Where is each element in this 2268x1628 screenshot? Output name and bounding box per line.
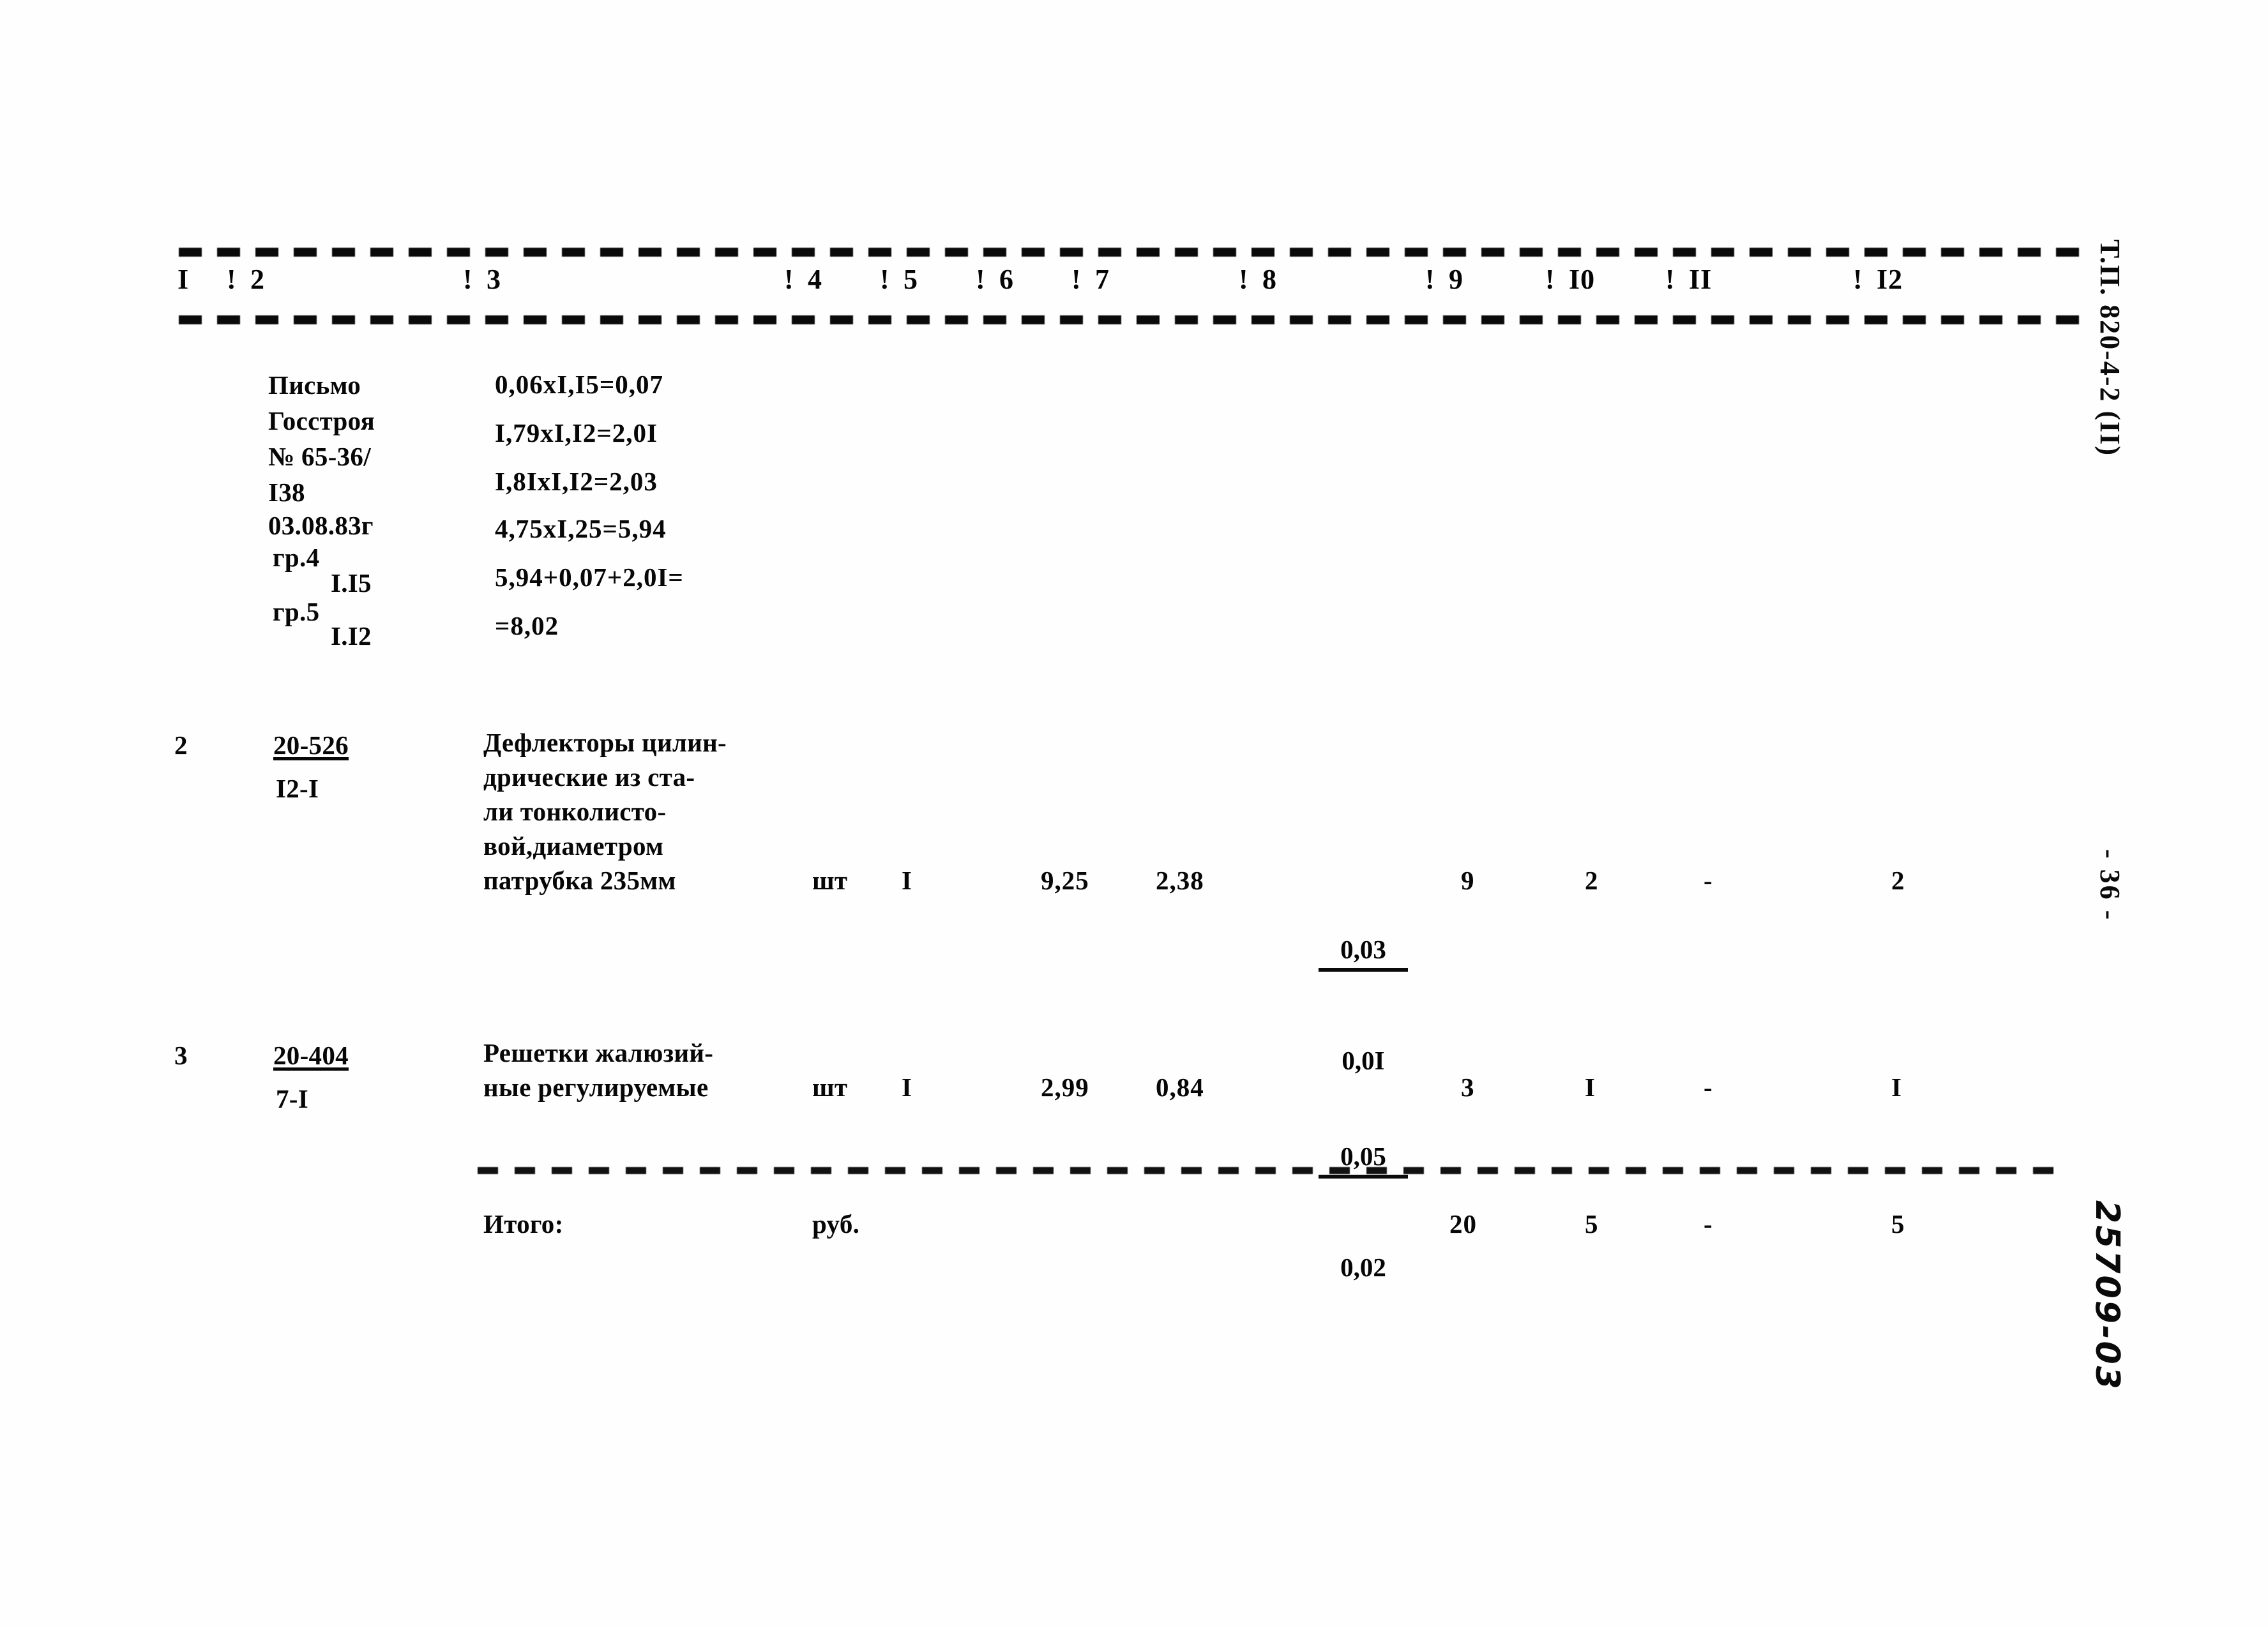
column-header-4: 4: [808, 264, 822, 295]
row-description-line: ные регулируемые: [483, 1073, 709, 1102]
column-separator: !: [227, 264, 236, 295]
row-col8-denominator: 0,02: [1340, 1253, 1386, 1282]
row-col9-value: 3: [1461, 1073, 1475, 1102]
row-justification-line: гр.4: [273, 543, 320, 572]
column-header-3: 3: [487, 264, 501, 295]
column-separator: !: [1853, 264, 1863, 295]
table-header-bottom-rule: [179, 315, 2094, 324]
row-col6-value: 9,25: [1041, 866, 1089, 895]
row-description-line: дрические из ста-: [483, 762, 695, 792]
total-label: Итого:: [483, 1209, 564, 1239]
column-header-12: I2: [1877, 264, 1903, 295]
row-description-line: Решетки жалюзий-: [483, 1038, 714, 1067]
row-code-sub: 7-I: [276, 1084, 309, 1113]
total-separator-rule: [478, 1167, 2060, 1174]
row-description-line: Дефлекторы цилин-: [483, 728, 727, 757]
row-col10-value: I: [1585, 1073, 1596, 1102]
row-justification-line: I38: [268, 478, 305, 507]
row-code: 20-404: [273, 1041, 349, 1070]
row-description-line: вой,диаметром: [483, 831, 664, 861]
total-col11-value: -: [1704, 1209, 1713, 1239]
column-separator: !: [1071, 264, 1081, 295]
column-separator: !: [1425, 264, 1435, 295]
column-separator: !: [976, 264, 985, 295]
row-quantity: I: [902, 866, 912, 895]
column-header-9: 9: [1449, 264, 1463, 295]
series-mark: Т.П. 820-4-2 (II): [2094, 239, 2126, 457]
row-calculation-line: I,8IxI,I2=2,03: [495, 467, 658, 496]
row-justification-line: Письмо: [268, 370, 361, 400]
row-justification-line: 03.08.83г: [268, 511, 374, 540]
row-quantity: I: [902, 1073, 912, 1102]
row-col7-value: 2,38: [1156, 866, 1204, 895]
column-separator: !: [1545, 264, 1555, 295]
row-justification-line: Госстроя: [268, 406, 375, 435]
row-justification-line: гр.5: [273, 597, 320, 626]
row-col7-value: 0,84: [1156, 1073, 1204, 1102]
row-col6-value: 2,99: [1041, 1073, 1089, 1102]
row-number: 2: [174, 730, 188, 760]
row-col9-value: 9: [1461, 866, 1475, 895]
table-top-rule: [179, 248, 2094, 257]
row-col8-numerator: 0,03: [1319, 932, 1408, 972]
row-justification-line: № 65-36/: [268, 442, 371, 471]
row-calculation-line: 4,75xI,25=5,94: [495, 514, 667, 543]
row-code-sub: I2-I: [276, 774, 319, 803]
row-justification-line: I.I2: [331, 621, 372, 651]
column-separator: !: [1665, 264, 1675, 295]
row-calculation-line: =8,02: [495, 611, 559, 640]
column-header-2: 2: [250, 264, 265, 295]
row-calculation-line: 0,06xI,I5=0,07: [495, 370, 664, 399]
total-col12-value: 5: [1891, 1209, 1905, 1239]
total-unit: руб.: [812, 1209, 860, 1239]
row-col10-value: 2: [1585, 866, 1599, 895]
row-col11-value: -: [1704, 1073, 1713, 1102]
total-col9-value: 20: [1449, 1209, 1477, 1239]
row-justification-line: I.I5: [331, 568, 372, 598]
column-header-5: 5: [903, 264, 918, 295]
document-page: I ! 2 ! 3 ! 4 ! 5 ! 6 ! 7 ! 8 ! 9 ! I0 !…: [0, 0, 2268, 1628]
column-separator: !: [784, 264, 794, 295]
column-separator: !: [463, 264, 472, 295]
total-col10-value: 5: [1585, 1209, 1599, 1239]
row-unit: шт: [812, 1073, 848, 1102]
column-header-8: 8: [1262, 264, 1277, 295]
column-header-7: 7: [1095, 264, 1110, 295]
row-calculation-line: I,79xI,I2=2,0I: [495, 418, 658, 448]
column-header-1: I: [178, 264, 190, 295]
page-number: - 36 -: [2094, 849, 2126, 922]
row-col11-value: -: [1704, 866, 1713, 895]
row-code: 20-526: [273, 730, 349, 760]
column-header-11: II: [1689, 264, 1712, 295]
archive-number: 25709-03: [2088, 1200, 2126, 1391]
column-header-10: I0: [1569, 264, 1596, 295]
row-number: 3: [174, 1041, 188, 1070]
row-col8-fraction: 0,05 0,02: [1319, 1070, 1408, 1353]
column-separator: !: [880, 264, 889, 295]
column-header-6: 6: [999, 264, 1014, 295]
column-separator: !: [1239, 264, 1248, 295]
row-col12-value: 2: [1891, 866, 1905, 895]
row-calculation-line: 5,94+0,07+2,0I=: [495, 562, 684, 592]
row-description-line: патрубка 235мм: [483, 866, 676, 895]
row-col12-value: I: [1891, 1073, 1902, 1102]
row-description-line: ли тонколисто-: [483, 797, 667, 826]
row-unit: шт: [812, 866, 848, 895]
